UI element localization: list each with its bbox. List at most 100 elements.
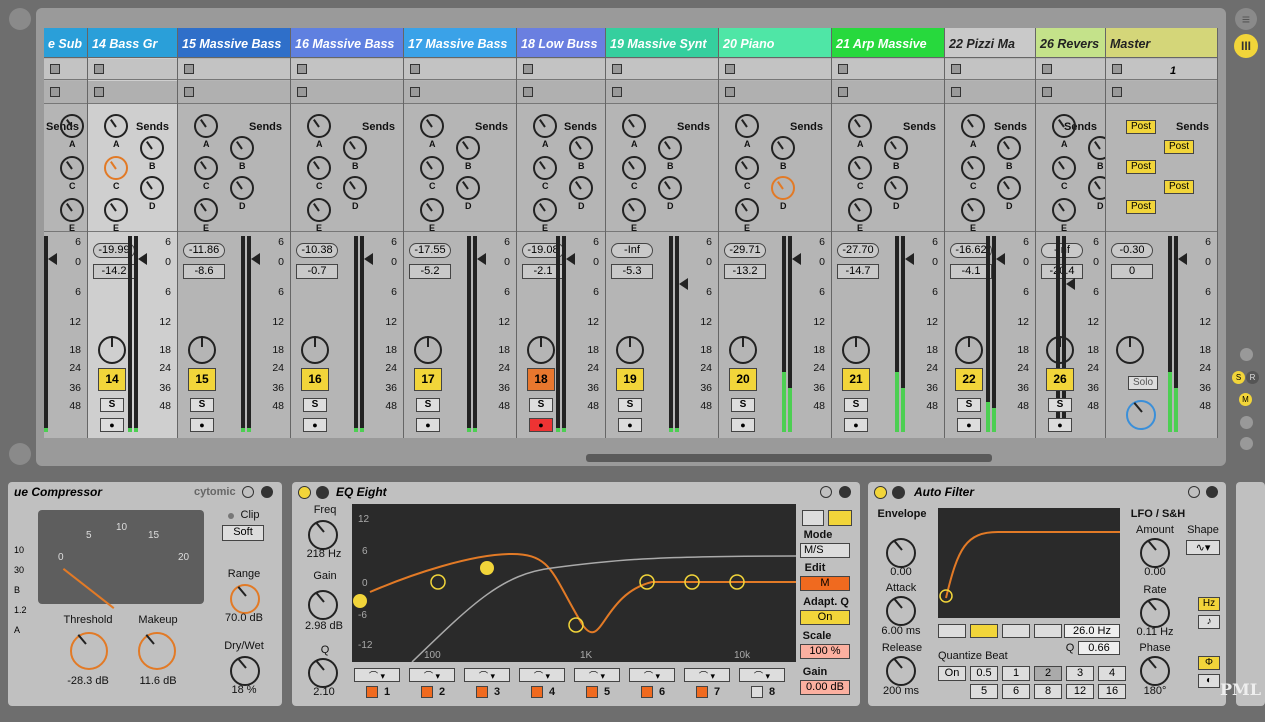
track-activator[interactable]: 20 (729, 368, 757, 391)
send-knob[interactable] (848, 114, 872, 138)
send-knob[interactable] (104, 114, 128, 138)
quantize-button[interactable]: 0.5 (970, 666, 998, 681)
send-knob[interactable] (140, 136, 164, 160)
send-knob[interactable] (1052, 114, 1076, 138)
note-button[interactable]: ♪ (1198, 615, 1220, 629)
band-filter-type[interactable]: ⌒ ▾ (409, 668, 455, 682)
pan-knob[interactable] (729, 336, 757, 364)
band-filter-type[interactable]: ⌒ ▾ (684, 668, 730, 682)
send-knob[interactable] (735, 198, 759, 222)
clip-slot[interactable] (719, 59, 831, 80)
track-title[interactable]: 16 Massive Bass (291, 28, 403, 58)
arm-button[interactable]: ● (731, 418, 755, 432)
arm-button[interactable]: ● (1048, 418, 1072, 432)
send-knob[interactable] (1052, 198, 1076, 222)
monitor-icon[interactable] (838, 87, 848, 97)
send-knob[interactable] (60, 198, 84, 222)
volume-readout[interactable]: -29.71 (724, 243, 766, 258)
pan-knob[interactable] (842, 336, 870, 364)
fader-handle[interactable] (251, 253, 260, 265)
compressor-save-icon[interactable] (261, 486, 273, 498)
mixer-toggle-icon[interactable]: M (1239, 393, 1252, 406)
send-knob[interactable] (533, 198, 557, 222)
quantize-button[interactable]: On (938, 666, 966, 681)
monitor-icon[interactable] (1042, 87, 1052, 97)
freq-knob[interactable] (308, 520, 338, 550)
eq-display[interactable]: 12 6 0 -6 -12 100 1K 10k (352, 504, 797, 663)
band-enable[interactable] (586, 686, 598, 698)
eq-power-icon[interactable] (298, 486, 311, 499)
sends-toggle-icon[interactable]: S (1232, 371, 1245, 384)
track-title[interactable]: 17 Massive Bass (404, 28, 516, 58)
post-button[interactable]: Post (1164, 140, 1194, 154)
gain-knob[interactable] (308, 590, 338, 620)
attack-knob[interactable] (886, 596, 916, 626)
volume-readout[interactable]: -10.38 (296, 243, 338, 258)
band-filter-type[interactable]: ⌒ ▾ (519, 668, 565, 682)
release-value[interactable]: 200 ms (872, 685, 930, 697)
send-knob[interactable] (569, 136, 593, 160)
delay-icon[interactable] (1240, 437, 1253, 450)
send-knob[interactable] (420, 156, 444, 180)
solo-button[interactable]: S (957, 398, 981, 412)
drywet-value[interactable]: 18 % (216, 684, 272, 696)
range-value[interactable]: 70.0 dB (216, 612, 272, 624)
track-title[interactable]: 22 Pizzi Ma (945, 28, 1035, 58)
post-button[interactable]: Post (1126, 120, 1156, 134)
send-knob[interactable] (307, 114, 331, 138)
threshold-value[interactable]: -28.3 dB (58, 675, 118, 687)
track-activator[interactable]: 18 (527, 368, 555, 391)
send-knob[interactable] (533, 156, 557, 180)
send-knob[interactable] (848, 156, 872, 180)
envelope-knob[interactable] (886, 538, 916, 568)
eq-spectrum-icon[interactable] (828, 510, 852, 526)
solo-button[interactable]: S (618, 398, 642, 412)
track-title[interactable]: 15 Massive Bass (178, 28, 290, 58)
attack-value[interactable]: 6.00 ms (872, 625, 930, 637)
band-filter-type[interactable]: ⌒ ▾ (739, 668, 785, 682)
af-display[interactable] (938, 508, 1120, 618)
volume-readout[interactable]: -17.55 (409, 243, 451, 258)
solo-button[interactable]: S (844, 398, 868, 412)
band-enable[interactable] (476, 686, 488, 698)
send-knob[interactable] (60, 114, 84, 138)
scale-value[interactable]: 100 % (800, 644, 850, 659)
send-knob[interactable] (104, 156, 128, 180)
band-enable[interactable] (366, 686, 378, 698)
send-knob[interactable] (1088, 176, 1105, 200)
range-knob[interactable] (230, 584, 260, 614)
makeup-knob[interactable] (138, 632, 176, 670)
af-q-value[interactable]: 0.66 (1078, 641, 1120, 655)
peak-readout[interactable]: -5.3 (611, 264, 653, 279)
clip-slot[interactable] (606, 59, 718, 80)
monitor-icon[interactable] (1112, 87, 1122, 97)
af-power-icon[interactable] (874, 486, 887, 499)
solo-button[interactable]: S (731, 398, 755, 412)
send-knob[interactable] (194, 114, 218, 138)
arm-button[interactable]: ● (957, 418, 981, 432)
stop-icon[interactable] (184, 64, 194, 74)
filter-type-hp[interactable] (970, 624, 998, 638)
af-save-icon[interactable] (1206, 486, 1218, 498)
peak-readout[interactable]: 0 (1111, 264, 1153, 279)
send-knob[interactable] (658, 176, 682, 200)
band-filter-type[interactable]: ⌒ ▾ (464, 668, 510, 682)
clip-slot[interactable] (1106, 59, 1217, 80)
adapt-q-button[interactable]: On (800, 610, 850, 625)
fader-handle[interactable] (905, 253, 914, 265)
clip-slot[interactable] (291, 59, 403, 80)
send-knob[interactable] (735, 156, 759, 180)
track-title[interactable]: 14 Bass Gr (88, 28, 177, 58)
arm-button[interactable]: ● (529, 418, 553, 432)
stop-icon[interactable] (410, 64, 420, 74)
band-enable[interactable] (696, 686, 708, 698)
rate-knob[interactable] (1140, 598, 1170, 628)
monitor-icon[interactable] (50, 87, 60, 97)
eq-save-icon[interactable] (839, 486, 851, 498)
monitor-icon[interactable] (523, 87, 533, 97)
stop-icon[interactable] (1112, 64, 1122, 74)
returns-toggle-icon[interactable]: R (1246, 371, 1259, 384)
clip-slot[interactable] (517, 59, 605, 80)
fader-handle[interactable] (1178, 253, 1187, 265)
quantize-button[interactable]: 6 (1002, 684, 1030, 699)
